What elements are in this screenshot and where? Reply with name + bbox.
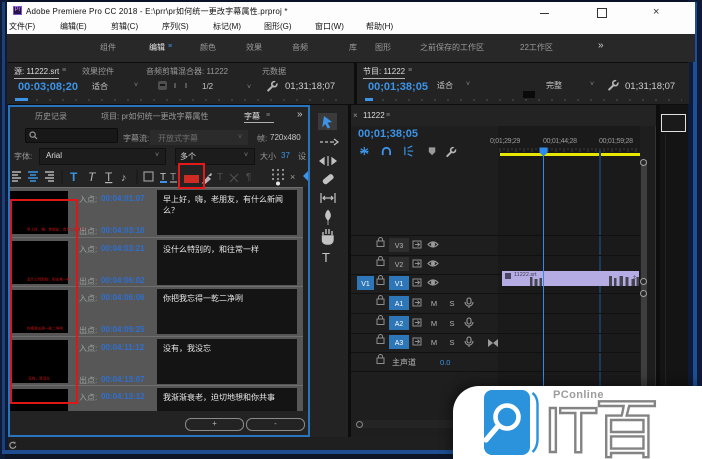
svg-text:0.0: 0.0 bbox=[440, 358, 450, 367]
svg-text:S: S bbox=[449, 319, 454, 328]
svg-text:S: S bbox=[449, 338, 454, 347]
svg-text:×: × bbox=[290, 172, 295, 182]
svg-text:T: T bbox=[70, 170, 78, 184]
svg-text:V1: V1 bbox=[395, 281, 404, 288]
svg-text:¶: ¶ bbox=[246, 172, 251, 183]
svg-text:V3: V3 bbox=[395, 243, 404, 250]
svg-text:主声道: 主声道 bbox=[392, 357, 416, 367]
svg-text:S: S bbox=[449, 299, 454, 308]
svg-text:T: T bbox=[322, 250, 330, 265]
svg-text:♪: ♪ bbox=[121, 172, 127, 184]
svg-text:M: M bbox=[431, 319, 437, 328]
svg-text:M: M bbox=[431, 299, 437, 308]
svg-text:T: T bbox=[88, 170, 97, 184]
svg-text:A2: A2 bbox=[395, 321, 404, 328]
svg-text:A1: A1 bbox=[395, 301, 404, 308]
svg-text:T: T bbox=[105, 170, 113, 184]
svg-text:V1: V1 bbox=[361, 281, 370, 288]
svg-text:T: T bbox=[217, 172, 223, 183]
svg-text:A3: A3 bbox=[395, 340, 404, 347]
svg-text:V2: V2 bbox=[395, 262, 404, 269]
svg-text:M: M bbox=[431, 338, 437, 347]
